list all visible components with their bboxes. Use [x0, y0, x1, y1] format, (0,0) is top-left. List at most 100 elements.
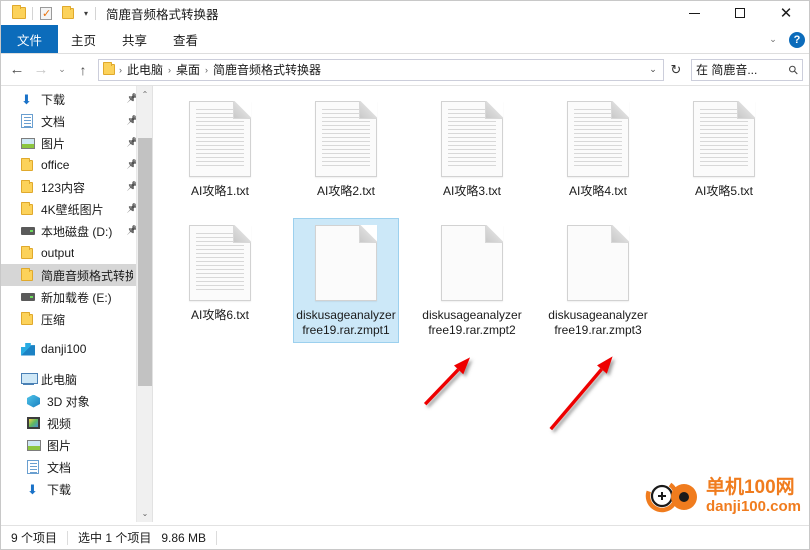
3d-objects-icon	[27, 394, 47, 408]
sidebar-item-1[interactable]: 文档 📌	[1, 110, 152, 132]
file-tile[interactable]: AI攻略3.txt	[419, 94, 525, 204]
breadcrumb-list: › 此电脑 › 桌面 › 简鹿音频格式转换器	[116, 61, 645, 78]
close-button[interactable]: ✕	[763, 1, 809, 25]
file-name-label: AI攻略3.txt	[442, 184, 501, 198]
status-selection: 选中 1 个项目	[78, 531, 152, 545]
sidebar-item-label: 压缩	[41, 312, 66, 327]
sidebar-item-15[interactable]: 图片	[1, 434, 152, 456]
file-name-label: diskusageanalyzerfree19.rar.zmpt3	[548, 308, 648, 337]
file-tile[interactable]: AI攻略1.txt	[167, 94, 273, 204]
chevron-down-icon[interactable]: ▾	[79, 3, 93, 23]
file-name-label: AI攻略1.txt	[190, 184, 249, 198]
status-size: 9.86 MB	[161, 530, 207, 545]
file-tile[interactable]: diskusageanalyzerfree19.rar.zmpt1	[293, 218, 399, 343]
documents-icon	[27, 460, 47, 474]
folder-icon	[21, 267, 41, 281]
file-tile[interactable]: diskusageanalyzerfree19.rar.zmpt2	[419, 218, 525, 343]
file-tile[interactable]: diskusageanalyzerfree19.rar.zmpt3	[545, 218, 651, 343]
status-item-count: 9 个项目	[11, 531, 58, 545]
file-explorer-window: ✓ ▾ 简鹿音频格式转换器 ✕ 文件 主页 共享 查看 ⌄ ? ← → ⌄ ↑	[0, 0, 810, 550]
folder-icon[interactable]	[8, 3, 30, 23]
quick-access-toolbar: ✓ ▾	[8, 3, 98, 23]
file-tile[interactable]: AI攻略6.txt	[167, 218, 273, 343]
new-folder-icon[interactable]	[57, 3, 79, 23]
scrollbar-thumb[interactable]	[138, 138, 152, 386]
maximize-button[interactable]	[717, 1, 763, 25]
tab-home[interactable]: 主页	[58, 25, 109, 53]
address-bar: ← → ⌄ ↑ › 此电脑 › 桌面 › 简鹿音频格式转换器 ⌄ ↻ 在 简鹿音…	[1, 54, 809, 85]
watermark-line1: 单机100网	[705, 477, 795, 498]
file-tile[interactable]: AI攻略5.txt	[671, 94, 777, 204]
sidebar-scrollbar[interactable]: ⌃ ⌄	[136, 86, 152, 522]
search-input[interactable]: 在 简鹿音... ⚲	[691, 58, 803, 81]
sidebar-item-label: 下载	[47, 482, 72, 497]
text-file-icon	[189, 101, 251, 177]
scroll-up-icon[interactable]: ⌃	[137, 86, 152, 103]
sidebar-item-11[interactable]: danji100	[1, 338, 152, 360]
sidebar-item-14[interactable]: 视频	[1, 412, 152, 434]
ribbon-tabs: 文件 主页 共享 查看 ⌄ ?	[1, 25, 809, 54]
status-divider-2	[216, 530, 218, 545]
file-tile[interactable]: AI攻略2.txt	[293, 94, 399, 204]
sidebar-item-label: 视频	[47, 416, 72, 431]
file-list-pane[interactable]: AI攻略1.txt AI攻略2.txt AI攻略3.txt AI攻略4.txt AI攻略…	[153, 86, 809, 522]
sidebar-item-9[interactable]: 新加载卷 (E:)	[1, 286, 152, 308]
watermark-line2: danji100.com	[705, 498, 801, 515]
text-file-icon	[315, 101, 377, 177]
text-file-icon	[693, 101, 755, 177]
breadcrumb-item-this-pc[interactable]: 此电脑	[125, 61, 165, 78]
breadcrumb-item-current[interactable]: 简鹿音频格式转换器	[211, 61, 323, 78]
help-icon[interactable]: ?	[789, 31, 805, 48]
sidebar-item-2[interactable]: 图片 📌	[1, 132, 152, 154]
scroll-down-icon[interactable]: ⌄	[137, 505, 152, 522]
sidebar-item-13[interactable]: 3D 对象	[1, 390, 152, 412]
status-bar: 9 个项目 选中 1 个项目 9.86 MB	[1, 525, 809, 549]
navigation-pane: ⬇ 下载 📌 文档 📌 图片 📌 office 📌 123内容 📌 4K壁纸图片 📌 本地磁盘 (D:) 📌…	[1, 86, 153, 522]
breadcrumb[interactable]: › 此电脑 › 桌面 › 简鹿音频格式转换器 ⌄	[98, 58, 664, 81]
sidebar-item-0[interactable]: ⬇ 下载 📌	[1, 88, 152, 110]
refresh-icon[interactable]: ↻	[665, 59, 687, 81]
sidebar-item-label: 此电脑	[41, 372, 78, 387]
back-button[interactable]: ←	[5, 58, 29, 82]
window-title: 简鹿音频格式转换器	[106, 7, 219, 22]
file-grid: AI攻略1.txt AI攻略2.txt AI攻略3.txt AI攻略4.txt AI攻略…	[153, 86, 809, 357]
watermark-logo-icon	[645, 479, 697, 513]
blank-file-icon	[567, 225, 629, 301]
sidebar-item-16[interactable]: 文档	[1, 456, 152, 478]
sidebar-item-17[interactable]: ⬇ 下载	[1, 478, 152, 500]
chevron-down-icon[interactable]: ⌄	[645, 60, 661, 80]
download-icon: ⬇	[27, 481, 38, 497]
breadcrumb-item-desktop[interactable]: 桌面	[174, 61, 202, 78]
title-bar: ✓ ▾ 简鹿音频格式转换器 ✕	[1, 1, 809, 25]
sidebar-item-5[interactable]: 4K壁纸图片 📌	[1, 198, 152, 220]
minimize-button[interactable]	[671, 1, 717, 25]
tab-view[interactable]: 查看	[160, 25, 211, 53]
this-pc-icon	[21, 373, 41, 385]
sidebar-item-7[interactable]: output	[1, 242, 152, 264]
videos-icon	[27, 417, 47, 429]
sidebar-item-8[interactable]: 简鹿音频格式转换器	[1, 264, 152, 286]
sidebar-item-6[interactable]: 本地磁盘 (D:) 📌	[1, 220, 152, 242]
up-button[interactable]: ↑	[71, 58, 95, 82]
chevron-down-icon[interactable]: ⌄	[763, 30, 783, 50]
file-tile[interactable]: AI攻略4.txt	[545, 94, 651, 204]
sidebar-item-12[interactable]: 此电脑	[1, 368, 152, 390]
sidebar-item-3[interactable]: office 📌	[1, 154, 152, 176]
folder-icon	[103, 62, 115, 75]
sidebar-item-4[interactable]: 123内容 📌	[1, 176, 152, 198]
tab-file[interactable]: 文件	[1, 25, 59, 53]
window-controls: ✕	[671, 1, 809, 25]
sidebar-item-label: output	[41, 246, 75, 260]
drive-icon	[21, 227, 41, 235]
file-name-label: AI攻略5.txt	[694, 184, 753, 198]
recent-locations-icon[interactable]: ⌄	[53, 58, 71, 82]
sidebar-item-label: 文档	[41, 114, 66, 129]
drive-icon	[21, 293, 41, 301]
sidebar-item-10[interactable]: 压缩	[1, 308, 152, 330]
text-file-icon	[567, 101, 629, 177]
folder-icon	[21, 245, 41, 259]
tab-share[interactable]: 共享	[109, 25, 160, 53]
properties-icon[interactable]: ✓	[35, 3, 57, 23]
cloud-icon	[21, 342, 41, 356]
file-name-label: diskusageanalyzerfree19.rar.zmpt1	[296, 308, 396, 337]
